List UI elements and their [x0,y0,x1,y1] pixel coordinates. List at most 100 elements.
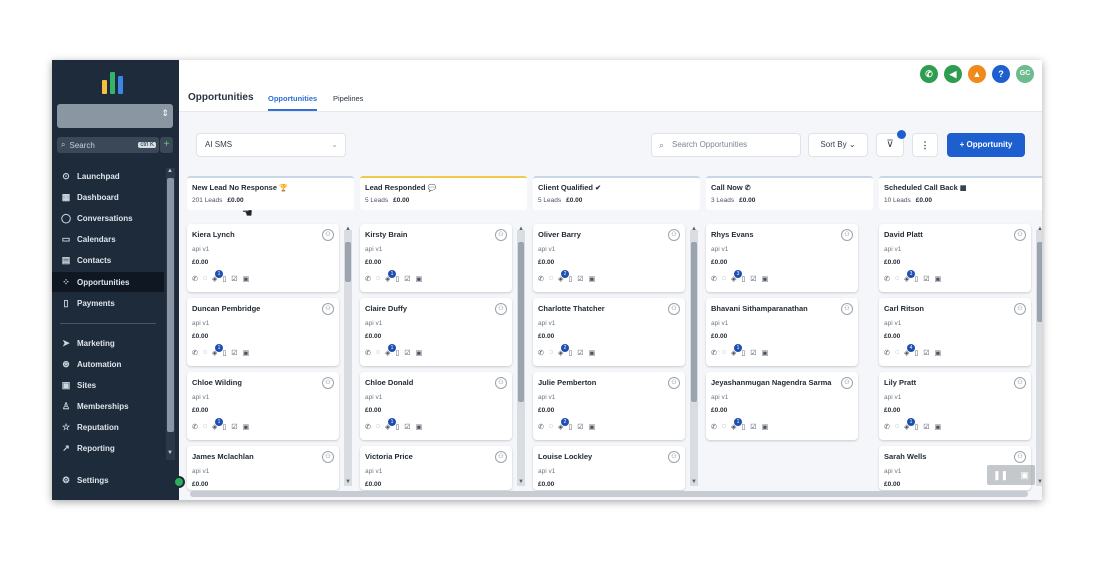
phone-icon[interactable]: ✆ [884,423,890,431]
phone-icon[interactable]: ✆ [365,275,371,283]
phone-icon[interactable]: ✆ [192,349,198,357]
document-icon[interactable]: ▯ [741,349,745,357]
phone-icon[interactable]: ✆ [192,423,198,431]
sidebar-item-contacts[interactable]: ▤ Contacts [52,250,164,270]
contact-name[interactable]: Sarah Wells [884,452,926,461]
contact-name[interactable]: Bhavani Sithamparanathan [711,304,808,313]
task-check-icon[interactable]: ☑ [750,423,756,431]
chat-icon[interactable]: ◌ [203,275,207,283]
document-icon[interactable]: ▯ [914,275,918,283]
tag-icon[interactable]: ◈ 2 [558,270,570,283]
video-overlay-controls[interactable]: ❚❚ ▣ [987,465,1035,485]
phone-icon[interactable]: ✆ [711,275,717,283]
calendar-icon[interactable]: ▣ [762,423,769,431]
contact-name[interactable]: Victoria Price [365,452,413,461]
pause-icon[interactable]: ❚❚ [993,470,1008,481]
task-check-icon[interactable]: ☑ [923,349,929,357]
scroll-up-arrow-icon[interactable]: ▲ [345,226,351,232]
scroll-down-arrow-icon[interactable]: ▼ [518,479,524,485]
add-opportunity-button[interactable]: + Opportunity [947,133,1025,157]
assign-user-icon[interactable]: ⚇ [841,303,853,315]
tag-icon[interactable]: ◈ 1 [385,418,397,431]
task-check-icon[interactable]: ☑ [923,423,929,431]
column-scrollbar-thumb[interactable] [345,242,351,282]
opportunity-card[interactable]: Kiera Lynch ⚇ api v1 £0.00 ✆ ◌ ◈ 1 ▯ ☑ ▣ [187,224,339,292]
opportunity-card[interactable]: James Mclachlan ⚇ api v1 £0.00 [187,446,339,490]
scroll-up-arrow-icon[interactable]: ▲ [518,226,524,232]
scroll-up-arrow-icon[interactable]: ▲ [691,226,697,232]
calendar-icon[interactable]: ▣ [935,423,942,431]
tag-icon[interactable]: ◈ 1 [212,270,224,283]
calendar-icon[interactable]: ▣ [416,423,423,431]
phone-icon[interactable]: ✆ [538,423,544,431]
calendar-icon[interactable]: ▣ [416,275,423,283]
assign-user-icon[interactable]: ⚇ [322,229,334,241]
calendar-icon[interactable]: ▣ [762,349,769,357]
assign-user-icon[interactable]: ⚇ [1014,377,1026,389]
task-check-icon[interactable]: ☑ [404,349,410,357]
task-check-icon[interactable]: ☑ [231,423,237,431]
assign-user-icon[interactable]: ⚇ [495,377,507,389]
task-check-icon[interactable]: ☑ [231,349,237,357]
sidebar-item-marketing[interactable]: ➤ Marketing [52,333,164,353]
assign-user-icon[interactable]: ⚇ [1014,303,1026,315]
document-icon[interactable]: ▯ [222,349,226,357]
chat-icon[interactable]: ◌ [895,275,899,283]
chat-icon[interactable]: ◌ [549,423,553,431]
opportunity-card[interactable]: Julie Pemberton ⚇ api v1 £0.00 ✆ ◌ ◈ 2 ▯ ☑ ▣ [533,372,685,440]
phone-icon[interactable]: ✆ [884,275,890,283]
tag-icon[interactable]: ◈ 4 [904,344,916,357]
contact-name[interactable]: Louise Lockley [538,452,592,461]
tab-pipelines[interactable]: Pipelines [333,94,363,103]
picture-in-picture-icon[interactable]: ▣ [1020,470,1029,481]
task-check-icon[interactable]: ☑ [577,275,583,283]
contact-name[interactable]: Chloe Donald [365,378,413,387]
assign-user-icon[interactable]: ⚇ [1014,229,1026,241]
opportunity-card[interactable]: Victoria Price ⚇ api v1 £0.00 [360,446,512,490]
contact-name[interactable]: Kirsty Brain [365,230,408,239]
sidebar-item-launchpad[interactable]: ⊙ Launchpad [52,166,164,186]
tag-icon[interactable]: ◈ 1 [212,418,224,431]
pipeline-select[interactable]: AI SMS ⌄ [196,133,346,157]
megaphone-icon[interactable]: ◀ [944,65,962,83]
tag-icon[interactable]: ◈ 1 [731,344,743,357]
tag-icon[interactable]: ◈ 2 [558,418,570,431]
document-icon[interactable]: ▯ [395,349,399,357]
assign-user-icon[interactable]: ⚇ [841,377,853,389]
chat-icon[interactable]: ◌ [376,423,380,431]
opportunity-card[interactable]: Oliver Barry ⚇ api v1 £0.00 ✆ ◌ ◈ 2 ▯ ☑ ▣ [533,224,685,292]
phone-icon[interactable]: ✆ [365,349,371,357]
opportunity-card[interactable]: Duncan Pembridge ⚇ api v1 £0.00 ✆ ◌ ◈ 1 ▯ ☑ ▣ [187,298,339,366]
document-icon[interactable]: ▯ [395,423,399,431]
calendar-icon[interactable]: ▣ [762,275,769,283]
opportunity-card[interactable]: Bhavani Sithamparanathan ⚇ api v1 £0.00 ✆ ◌ ◈ 1… [706,298,858,366]
sort-by-button[interactable]: Sort By ⌄ [808,133,868,157]
chat-icon[interactable]: ◌ [722,275,726,283]
sidebar-item-automation[interactable]: ⊛ Automation [52,354,164,374]
phone-icon[interactable]: ✆ [192,275,198,283]
chat-icon[interactable]: ◌ [895,423,899,431]
opportunity-card[interactable]: Jeyashanmugan Nagendra Sarma ⚇ api v1 £0.00… [706,372,858,440]
opportunity-card[interactable]: David Platt ⚇ api v1 £0.00 ✆ ◌ ◈ 3 ▯ ☑ ▣ [879,224,1031,292]
calendar-icon[interactable]: ▣ [935,349,942,357]
chat-icon[interactable]: ◌ [203,349,207,357]
document-icon[interactable]: ▯ [914,349,918,357]
sidebar-search[interactable]: ⌕ Search ctrl K [57,137,159,153]
chat-icon[interactable]: ◌ [376,349,380,357]
sidebar-item-opportunities[interactable]: ⁘ Opportunities [52,272,164,292]
assign-user-icon[interactable]: ⚇ [322,377,334,389]
sidebar-item-calendars[interactable]: ▭ Calendars [52,229,164,249]
document-icon[interactable]: ▯ [568,349,572,357]
scroll-up-arrow-icon[interactable]: ▲ [1037,226,1042,232]
document-icon[interactable]: ▯ [222,275,226,283]
task-check-icon[interactable]: ☑ [750,275,756,283]
chat-icon[interactable]: ◌ [549,349,553,357]
chat-icon[interactable]: ◌ [376,275,380,283]
opportunity-card[interactable]: Chloe Donald ⚇ api v1 £0.00 ✆ ◌ ◈ 1 ▯ ☑ ▣ [360,372,512,440]
document-icon[interactable]: ▯ [568,423,572,431]
opportunity-card[interactable]: Lily Pratt ⚇ api v1 £0.00 ✆ ◌ ◈ 1 ▯ ☑ ▣ [879,372,1031,440]
calendar-icon[interactable]: ▣ [589,423,596,431]
assign-user-icon[interactable]: ⚇ [668,377,680,389]
assign-user-icon[interactable]: ⚇ [495,451,507,463]
account-switcher[interactable]: ⇕ [57,104,173,128]
